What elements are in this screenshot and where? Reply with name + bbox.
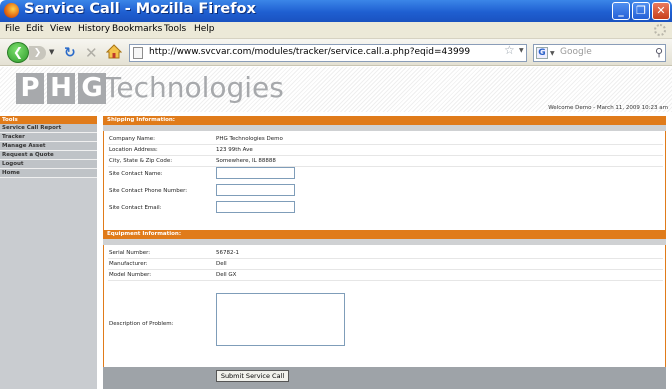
site-contact-email-input[interactable] bbox=[216, 201, 295, 213]
equipment-section: Serial Number: 56782-1 Manufacturer: Del… bbox=[103, 245, 666, 367]
url-dropdown-icon[interactable]: ▼ bbox=[519, 47, 524, 54]
site-contact-name-input[interactable] bbox=[216, 167, 295, 179]
description-textarea[interactable] bbox=[216, 293, 345, 346]
site-contact-name-label: Site Contact Name: bbox=[109, 171, 163, 177]
web-page: P H G Technologies Welcome Demo - March … bbox=[0, 67, 672, 389]
search-magnifier-icon[interactable]: ⚲ bbox=[655, 46, 663, 59]
description-label: Description of Problem: bbox=[109, 321, 174, 327]
row-divider bbox=[108, 155, 663, 156]
service-call-form: Shipping Information: Company Name: PHG … bbox=[103, 116, 666, 389]
company-name-value: PHG Technologies Demo bbox=[216, 136, 283, 142]
logo-word: Technologies bbox=[104, 71, 284, 104]
menu-tools[interactable]: Tools bbox=[164, 24, 186, 34]
close-button[interactable]: ✕ bbox=[652, 2, 670, 20]
row-divider bbox=[108, 269, 663, 270]
page-icon bbox=[133, 47, 143, 59]
shipping-section: Company Name: PHG Technologies Demo Loca… bbox=[103, 131, 666, 230]
manufacturer-label: Manufacturer: bbox=[109, 261, 148, 267]
logo-letter-h: H bbox=[47, 73, 75, 104]
sidebar-item-tracker[interactable]: Tracker bbox=[0, 133, 97, 142]
tools-sidebar: Tools Service Call Report Tracker Manage… bbox=[0, 116, 97, 389]
row-divider bbox=[108, 258, 663, 259]
minimize-button[interactable]: _ bbox=[612, 2, 630, 20]
sidebar-item-manage-asset[interactable]: Manage Asset bbox=[0, 142, 97, 151]
reload-icon[interactable]: ↻ bbox=[64, 45, 76, 61]
site-banner: P H G Technologies Welcome Demo - March … bbox=[0, 67, 672, 112]
search-box[interactable]: G ▼ Google ⚲ bbox=[533, 44, 666, 62]
logo-letter-p: P bbox=[16, 73, 44, 104]
maximize-button[interactable]: ❐ bbox=[632, 2, 650, 20]
logo-letter-g: G bbox=[78, 73, 106, 104]
menu-history[interactable]: History bbox=[78, 24, 110, 34]
model-number-value: Dell GX bbox=[216, 272, 237, 278]
menu-bookmarks[interactable]: Bookmarks bbox=[112, 24, 162, 34]
sidebar-item-logout[interactable]: Logout bbox=[0, 160, 97, 169]
welcome-message: Welcome Demo - March 11, 2009 10:23 am bbox=[548, 105, 668, 111]
sidebar-item-service-call-report[interactable]: Service Call Report bbox=[0, 124, 97, 133]
city-state-zip-label: City, State & Zip Code: bbox=[109, 158, 173, 164]
shipping-section-heading: Shipping Information: bbox=[103, 116, 666, 125]
serial-number-value: 56782-1 bbox=[216, 250, 239, 256]
site-contact-phone-input[interactable] bbox=[216, 184, 295, 196]
menu-bar: File Edit View History Bookmarks Tools H… bbox=[0, 22, 672, 39]
menu-edit[interactable]: Edit bbox=[26, 24, 43, 34]
home-icon[interactable] bbox=[106, 44, 122, 59]
firefox-icon bbox=[4, 3, 19, 18]
row-divider bbox=[108, 166, 663, 167]
model-number-label: Model Number: bbox=[109, 272, 152, 278]
location-address-label: Location Address: bbox=[109, 147, 158, 153]
bookmark-star-icon[interactable]: ☆ bbox=[504, 43, 515, 57]
history-dropdown-icon[interactable]: ▼ bbox=[49, 48, 54, 56]
url-text[interactable]: http://www.svcvar.com/modules/tracker/se… bbox=[149, 47, 470, 57]
serial-number-label: Serial Number: bbox=[109, 250, 151, 256]
google-icon[interactable]: G bbox=[536, 47, 548, 59]
menu-help[interactable]: Help bbox=[194, 24, 215, 34]
submit-service-call-button[interactable]: Submit Service Call bbox=[216, 370, 289, 382]
engine-dropdown-icon[interactable]: ▼ bbox=[550, 50, 555, 57]
equipment-section-heading: Equipment Information: bbox=[103, 230, 666, 239]
throbber-icon bbox=[654, 24, 666, 36]
menu-view[interactable]: View bbox=[50, 24, 71, 34]
stop-icon[interactable]: ✕ bbox=[85, 44, 98, 62]
navigation-toolbar: ❮ ❯ ▼ ↻ ✕ http://www.svcvar.com/modules/… bbox=[0, 39, 672, 66]
sidebar-heading: Tools bbox=[0, 116, 97, 124]
back-button[interactable]: ❮ bbox=[7, 42, 29, 63]
site-contact-email-label: Site Contact Email: bbox=[109, 205, 162, 211]
form-footer: Submit Service Call bbox=[103, 367, 666, 389]
window-title-bar[interactable]: Service Call - Mozilla Firefox _ ❐ ✕ bbox=[0, 0, 672, 22]
window-title: Service Call - Mozilla Firefox bbox=[24, 1, 256, 17]
search-placeholder: Google bbox=[560, 47, 592, 57]
city-state-zip-value: Somewhere, IL 88888 bbox=[216, 158, 276, 164]
row-divider bbox=[108, 280, 663, 281]
manufacturer-value: Dell bbox=[216, 261, 227, 267]
menu-file[interactable]: File bbox=[5, 24, 20, 34]
company-name-label: Company Name: bbox=[109, 136, 155, 142]
forward-button[interactable]: ❯ bbox=[29, 46, 46, 60]
site-contact-phone-label: Site Contact Phone Number: bbox=[109, 188, 188, 194]
row-divider bbox=[108, 144, 663, 145]
address-bar[interactable]: http://www.svcvar.com/modules/tracker/se… bbox=[129, 44, 527, 62]
sidebar-item-request-quote[interactable]: Request a Quote bbox=[0, 151, 97, 160]
location-address-value: 123 99th Ave bbox=[216, 147, 253, 153]
sidebar-item-home[interactable]: Home bbox=[0, 169, 97, 178]
